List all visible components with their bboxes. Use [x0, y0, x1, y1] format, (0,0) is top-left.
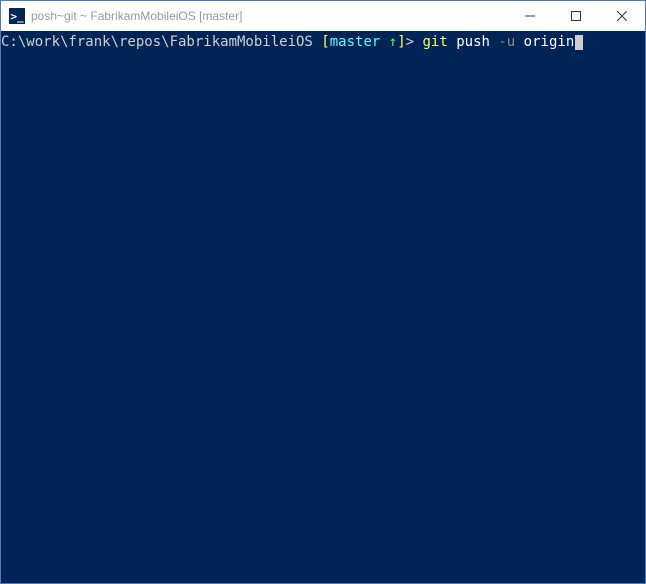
- window-title: posh~git ~ FabrikamMobileiOS [master]: [31, 9, 242, 23]
- ahead-indicator-icon: ↑: [389, 34, 397, 50]
- cmd-git: git: [422, 34, 447, 50]
- prompt-path: C:\work\frank\repos\FabrikamMobileiOS: [1, 34, 313, 50]
- prompt-open-bracket: [: [313, 34, 330, 50]
- maximize-button[interactable]: [553, 1, 599, 31]
- powershell-window: >_ posh~git ~ FabrikamMobileiOS [master]…: [0, 0, 646, 584]
- minimize-button[interactable]: [507, 1, 553, 31]
- prompt-line: C:\work\frank\repos\FabrikamMobileiOS [m…: [1, 33, 645, 51]
- cursor: [575, 35, 583, 50]
- prompt-char: >: [406, 34, 423, 50]
- powershell-icon: >_: [9, 8, 25, 24]
- terminal-body[interactable]: C:\work\frank\repos\FabrikamMobileiOS [m…: [1, 31, 645, 583]
- cmd-flag: -u: [498, 34, 515, 50]
- window-controls: [507, 1, 645, 31]
- cmd-subcommand: push: [456, 34, 490, 50]
- close-button[interactable]: [599, 1, 645, 31]
- titlebar[interactable]: >_ posh~git ~ FabrikamMobileiOS [master]: [1, 1, 645, 31]
- prompt-branch: master: [330, 34, 381, 50]
- cmd-arg: origin: [524, 34, 575, 50]
- prompt-close-bracket: ]: [397, 34, 405, 50]
